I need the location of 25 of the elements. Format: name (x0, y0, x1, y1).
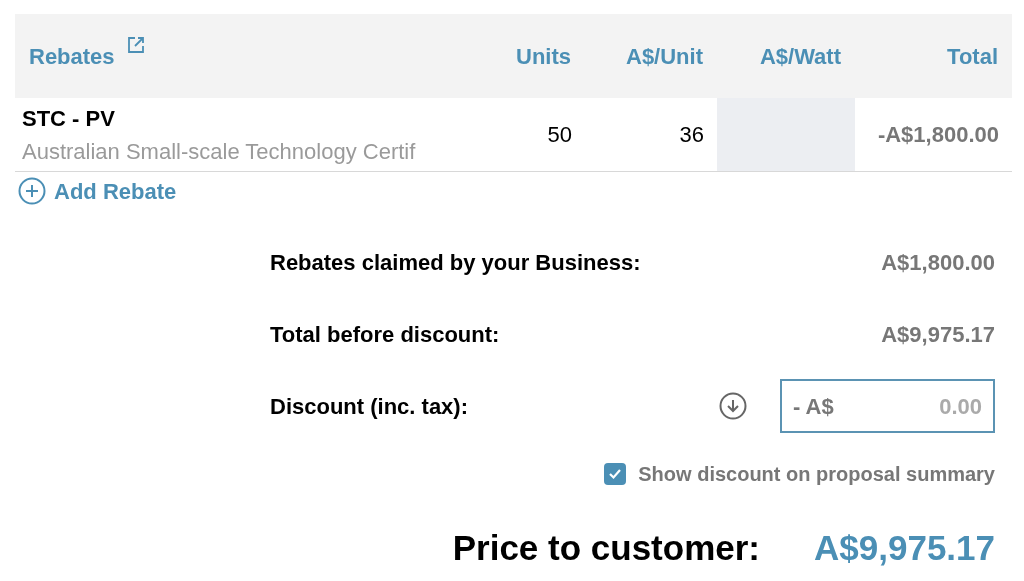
column-header: Rebates (29, 42, 115, 71)
table-cell: 36 (679, 122, 704, 147)
add-rebate-link[interactable]: Add Rebate (54, 174, 177, 208)
table-cell: 50 (547, 122, 572, 147)
table-cell: -A$1,800.00 (877, 122, 999, 147)
summary-value: A$9,975.17 (881, 320, 995, 349)
discount-field[interactable]: - A$ 0.00 (780, 379, 995, 433)
summary-label: Rebates claimed by your Business: (270, 248, 641, 277)
column-header: Units (516, 43, 571, 69)
checkbox-label: Show discount on proposal summary (638, 462, 995, 487)
rebate-description: Australian Small-scale Technology Certif (22, 137, 417, 166)
rebate-name: STC - PV (22, 104, 116, 133)
checkbox[interactable] (604, 463, 627, 485)
price-value: A$9,975.17 (814, 527, 995, 569)
summary-label: Total before discount: (270, 320, 500, 349)
column-header: Total (947, 43, 998, 69)
discount-label: Discount (inc. tax): (270, 392, 468, 421)
summary-value: A$1,800.00 (881, 248, 995, 277)
download-icon[interactable] (719, 392, 747, 420)
external-link-icon[interactable] (126, 35, 145, 54)
checkmark-icon (608, 467, 623, 481)
column-header: A$/Watt (759, 43, 841, 69)
column-header: A$/Unit (626, 43, 703, 69)
price-label: Price to customer: (452, 527, 760, 569)
add-icon[interactable] (18, 177, 46, 205)
